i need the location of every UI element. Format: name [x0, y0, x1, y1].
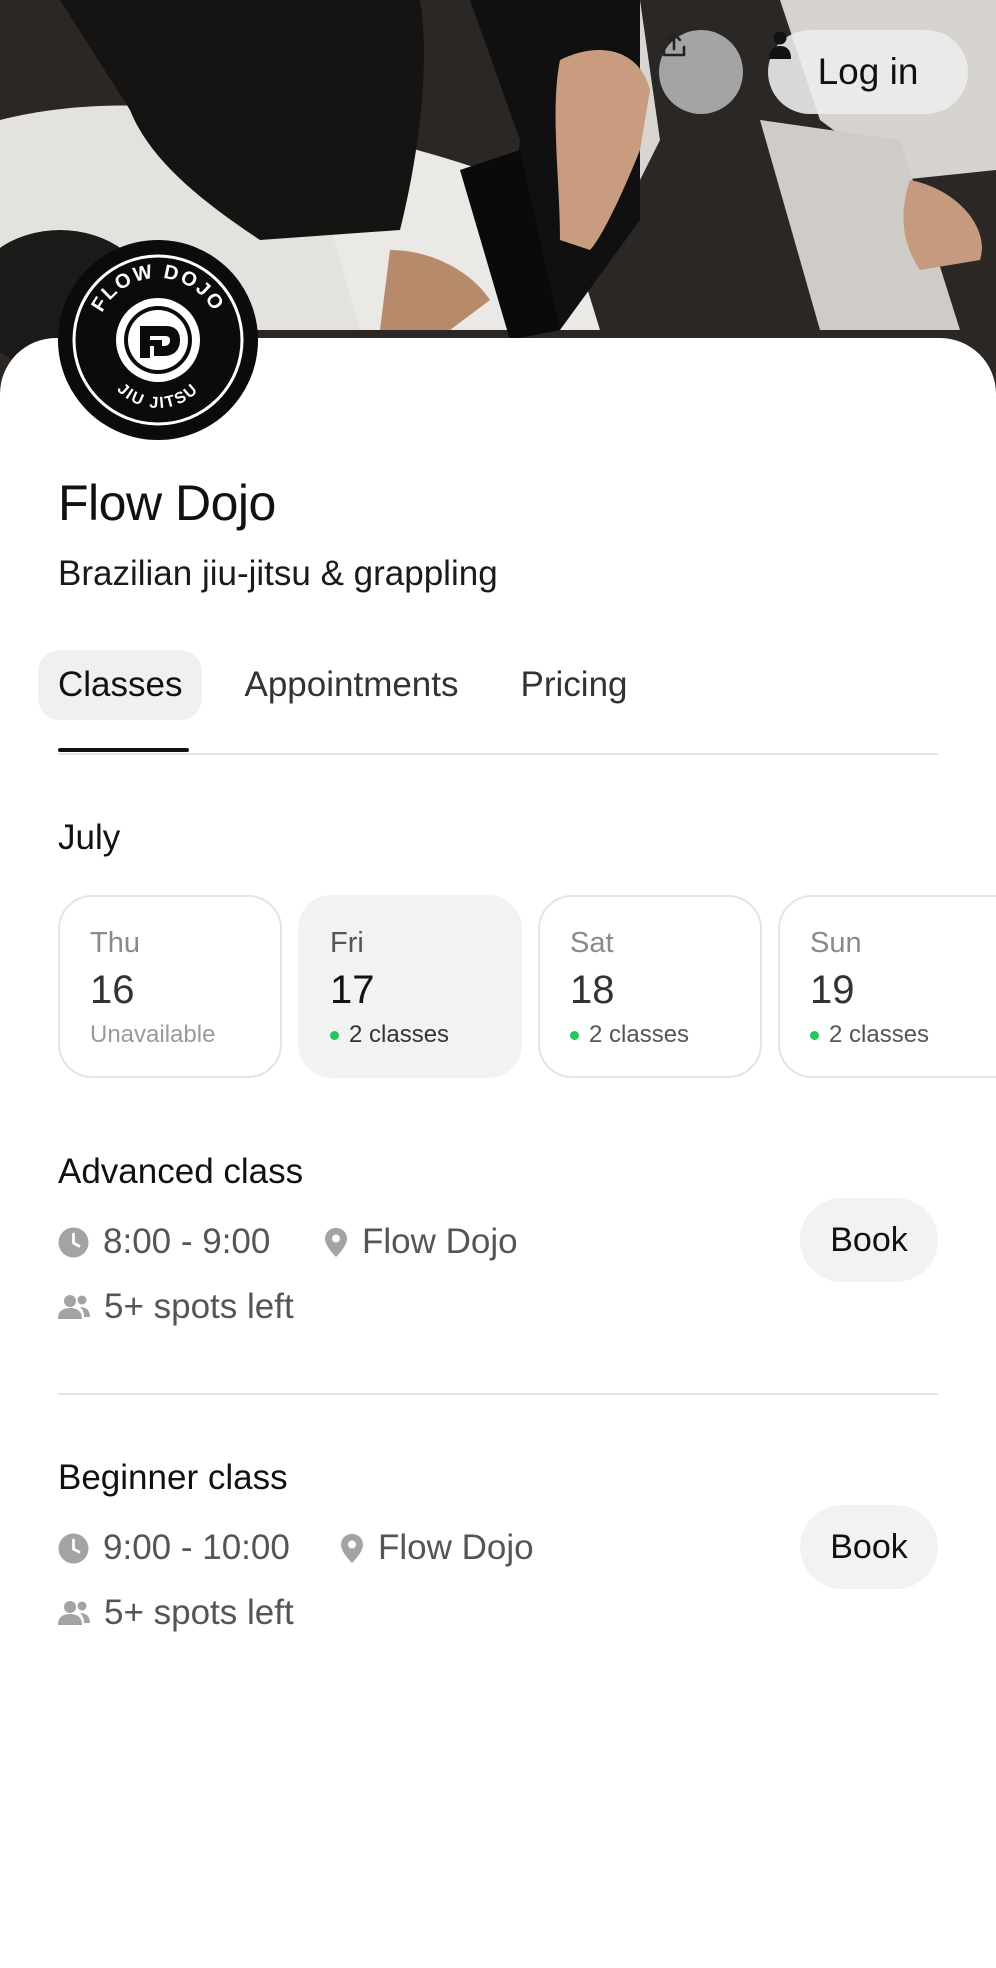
class-time: 9:00 - 10:00	[58, 1528, 290, 1568]
class-title: Beginner class	[58, 1458, 288, 1497]
active-tab-indicator	[58, 748, 189, 752]
class-spots-label: 5+ spots left	[104, 1593, 294, 1632]
people-icon	[58, 1601, 90, 1625]
day-weekday: Sun	[810, 927, 862, 959]
login-button[interactable]: Log in	[768, 30, 968, 114]
availability-dot-icon	[810, 1030, 819, 1040]
day-weekday: Fri	[330, 927, 364, 959]
tab-bar: Classes Appointments Pricing	[38, 650, 670, 750]
day-date: 19	[810, 968, 855, 1012]
class-time: 8:00 - 9:00	[58, 1222, 270, 1262]
class-title: Advanced class	[58, 1152, 304, 1191]
day-status: 2 classes	[810, 1021, 996, 1049]
day-status-label: Unavailable	[90, 1021, 216, 1048]
class-time-label: 8:00 - 9:00	[103, 1222, 271, 1261]
day-weekday: Thu	[90, 927, 140, 959]
day-card-sun-19[interactable]: Sun 19 2 classes	[778, 895, 996, 1078]
business-name: Flow Dojo	[58, 475, 276, 531]
day-status-label: 2 classes	[589, 1021, 690, 1048]
class-location-label: Flow Dojo	[378, 1528, 534, 1567]
class-spots: 5+ spots left	[58, 1287, 294, 1327]
day-card-thu-16[interactable]: Thu 16 Unavailable	[58, 895, 282, 1078]
location-pin-icon	[325, 1227, 347, 1257]
tab-divider	[58, 753, 938, 755]
person-icon	[769, 31, 791, 59]
class-time-label: 9:00 - 10:00	[103, 1528, 290, 1567]
share-upload-icon	[662, 32, 686, 57]
business-tagline: Brazilian jiu-jitsu & grappling	[58, 554, 498, 593]
day-status: Unavailable	[90, 1021, 280, 1049]
share-button[interactable]	[659, 30, 743, 114]
tab-classes[interactable]: Classes	[38, 650, 203, 720]
tab-appointments[interactable]: Appointments	[224, 650, 478, 720]
class-location: Flow Dojo	[324, 1222, 518, 1262]
class-location-label: Flow Dojo	[362, 1222, 518, 1261]
day-date: 18	[570, 968, 615, 1012]
business-logo: FLOW DOJO JIU JITSU	[58, 240, 258, 440]
day-date: 16	[90, 968, 135, 1012]
svg-text:JIU JITSU: JIU JITSU	[114, 380, 202, 412]
clock-icon	[58, 1533, 89, 1563]
day-weekday: Sat	[570, 927, 614, 959]
class-divider	[58, 1393, 938, 1395]
day-status: 2 classes	[570, 1021, 760, 1049]
class-spots: 5+ spots left	[58, 1593, 294, 1633]
book-button[interactable]: Book	[800, 1505, 938, 1589]
availability-dot-icon	[570, 1030, 579, 1040]
day-card-fri-17[interactable]: Fri 17 2 classes	[298, 895, 522, 1078]
day-card-sat-18[interactable]: Sat 18 2 classes	[538, 895, 762, 1078]
day-status: 2 classes	[330, 1021, 520, 1049]
calendar-month: July	[58, 818, 121, 857]
clock-icon	[58, 1227, 89, 1257]
availability-dot-icon	[330, 1030, 339, 1040]
class-location: Flow Dojo	[340, 1528, 534, 1568]
day-date: 17	[330, 968, 375, 1012]
flow-dojo-logo-icon: FLOW DOJO JIU JITSU	[72, 254, 244, 426]
login-label: Log in	[817, 51, 919, 92]
class-spots-label: 5+ spots left	[104, 1287, 294, 1326]
location-pin-icon	[341, 1533, 363, 1563]
day-status-label: 2 classes	[349, 1021, 450, 1048]
tab-pricing[interactable]: Pricing	[501, 650, 648, 720]
day-status-label: 2 classes	[829, 1021, 930, 1048]
people-icon	[58, 1295, 90, 1319]
book-button[interactable]: Book	[800, 1198, 938, 1282]
